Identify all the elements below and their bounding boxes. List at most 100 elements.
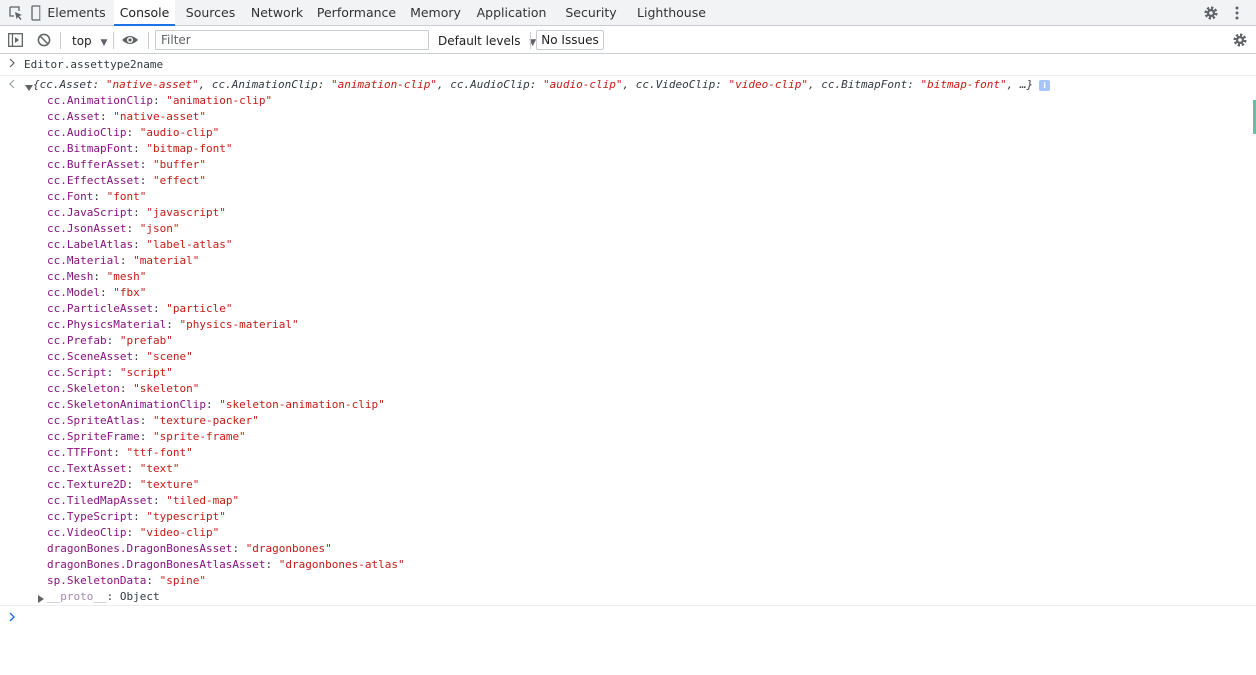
property-row[interactable]: cc.Material: "material" <box>47 253 199 269</box>
property-colon: : <box>133 350 147 363</box>
info-badge-icon[interactable]: i <box>1039 79 1051 91</box>
object-preview[interactable]: {cc.Asset: "native-asset", cc.AnimationC… <box>33 77 1051 93</box>
property-key: cc.TiledMapAsset <box>47 494 153 507</box>
property-row[interactable]: cc.BitmapFont: "bitmap-font" <box>47 141 232 157</box>
property-row[interactable]: cc.LabelAtlas: "label-atlas" <box>47 237 232 253</box>
property-row[interactable]: cc.SceneAsset: "scene" <box>47 349 193 365</box>
property-row[interactable]: cc.EffectAsset: "effect" <box>47 173 206 189</box>
preview-comma: , <box>1006 78 1020 91</box>
tab-memory[interactable]: Memory <box>404 0 467 26</box>
property-row[interactable]: cc.SkeletonAnimationClip: "skeleton-anim… <box>47 397 385 413</box>
gear-icon[interactable] <box>1203 5 1219 21</box>
issues-button[interactable]: No Issues <box>536 30 604 50</box>
input-prompt-icon <box>8 58 16 68</box>
property-key: cc.Prefab <box>47 334 107 347</box>
property-colon: : <box>113 446 127 459</box>
property-row[interactable]: cc.Asset: "native-asset" <box>47 109 206 125</box>
property-key: cc.BitmapFont <box>47 142 134 155</box>
preview-colon: : <box>317 78 332 91</box>
property-value: "animation-clip" <box>166 94 273 107</box>
property-row[interactable]: cc.TTFFont: "ttf-font" <box>47 445 193 461</box>
console-toolbar: top ▼ Default levels ▼ No Issues <box>0 27 1256 54</box>
property-value: "bitmap-font" <box>146 142 233 155</box>
property-value: "fbx" <box>113 286 147 299</box>
tab-performance[interactable]: Performance <box>314 0 399 26</box>
expand-triangle-icon[interactable] <box>25 82 33 91</box>
property-colon: : <box>126 462 140 475</box>
property-row[interactable]: cc.PhysicsMaterial: "physics-material" <box>47 317 299 333</box>
property-value: "native-asset" <box>113 110 206 123</box>
preview-key: cc.Asset <box>39 78 93 91</box>
log-levels-select[interactable]: Default levels ▼ <box>438 31 536 51</box>
property-value: "script" <box>119 366 173 379</box>
preview-ellipsis: … <box>1019 78 1027 91</box>
property-colon: : <box>139 414 153 427</box>
tab-security[interactable]: Security <box>556 0 626 26</box>
preview-value: "audio-clip" <box>543 78 623 91</box>
property-row[interactable]: dragonBones.DragonBonesAtlasAsset: "drag… <box>47 557 405 573</box>
tab-lighthouse[interactable]: Lighthouse <box>631 0 712 26</box>
property-value: "buffer" <box>152 158 206 171</box>
property-key: cc.BufferAsset <box>47 158 140 171</box>
console-output: Editor.assettype2name {cc.Asset: "native… <box>0 55 1256 675</box>
property-row[interactable]: cc.AnimationClip: "animation-clip" <box>47 93 272 109</box>
property-row[interactable]: cc.TextAsset: "text" <box>47 461 179 477</box>
filter-input[interactable] <box>155 30 429 50</box>
property-row[interactable]: dragonBones.DragonBonesAsset: "dragonbon… <box>47 541 332 557</box>
preview-value: "native-asset" <box>105 78 199 91</box>
property-row[interactable]: cc.Model: "fbx" <box>47 285 146 301</box>
clear-console-icon[interactable] <box>37 33 51 47</box>
property-row[interactable]: cc.SpriteFrame: "sprite-frame" <box>47 429 246 445</box>
property-row[interactable]: cc.AudioClip: "audio-clip" <box>47 125 219 141</box>
property-row[interactable]: cc.Script: "script" <box>47 365 173 381</box>
tab-console[interactable]: Console <box>114 0 175 26</box>
property-key: cc.PhysicsMaterial <box>47 318 167 331</box>
property-row[interactable]: cc.Mesh: "mesh" <box>47 269 146 285</box>
preview-key: cc.AnimationClip <box>211 78 318 91</box>
property-row[interactable]: cc.TypeScript: "typescript" <box>47 509 226 525</box>
property-colon: : <box>133 510 147 523</box>
inspect-element-icon[interactable] <box>8 5 24 21</box>
property-row[interactable]: cc.SpriteAtlas: "texture-packer" <box>47 413 259 429</box>
property-row[interactable]: cc.Skeleton: "skeleton" <box>47 381 199 397</box>
context-select[interactable]: top ▼ <box>66 31 107 51</box>
property-value: "material" <box>133 254 200 267</box>
preview-colon: : <box>529 78 543 91</box>
property-colon: : <box>106 334 120 347</box>
tab-sources[interactable]: Sources <box>180 0 241 26</box>
console-prompt-input[interactable] <box>24 609 1244 627</box>
property-key: cc.TypeScript <box>47 510 134 523</box>
property-key: cc.VideoClip <box>47 526 127 539</box>
property-value: "audio-clip" <box>139 126 220 139</box>
property-row[interactable]: cc.JsonAsset: "json" <box>47 221 179 237</box>
console-settings-gear-icon[interactable] <box>1232 32 1248 48</box>
property-value: "javascript" <box>146 206 226 219</box>
tab-application[interactable]: Application <box>472 0 551 26</box>
preview-comma: , <box>198 78 212 91</box>
property-row[interactable]: cc.Font: "font" <box>47 189 146 205</box>
tab-network[interactable]: Network <box>245 0 309 26</box>
property-value: "physics-material" <box>179 318 299 331</box>
property-row[interactable]: cc.TiledMapAsset: "tiled-map" <box>47 493 239 509</box>
property-value: "label-atlas" <box>146 238 233 251</box>
sidebar-toggle-icon[interactable] <box>8 33 23 47</box>
property-key: cc.Material <box>47 254 120 267</box>
property-row[interactable]: cc.JavaScript: "javascript" <box>47 205 226 221</box>
preview-colon: : <box>92 78 106 91</box>
property-row[interactable]: cc.ParticleAsset: "particle" <box>47 301 232 317</box>
preview-key: cc.AudioClip <box>450 78 530 91</box>
chevron-down-icon: ▼ <box>100 38 108 48</box>
property-row[interactable]: cc.Prefab: "prefab" <box>47 333 173 349</box>
eye-icon[interactable] <box>121 34 139 46</box>
proto-key: __proto__ <box>47 590 107 603</box>
property-row[interactable]: cc.Texture2D: "texture" <box>47 477 199 493</box>
property-row[interactable]: cc.BufferAsset: "buffer" <box>47 157 206 173</box>
prompt-chevron-icon <box>8 612 16 622</box>
property-row[interactable]: sp.SkeletonData: "spine" <box>47 573 206 589</box>
tab-elements[interactable]: Elements <box>44 0 109 26</box>
property-row[interactable]: cc.VideoClip: "video-clip" <box>47 525 219 541</box>
proto-row[interactable]: __proto__: Object <box>47 589 160 605</box>
property-colon: : <box>265 558 279 571</box>
more-options-icon[interactable] <box>1234 5 1240 21</box>
property-key: cc.SkeletonAnimationClip <box>47 398 206 411</box>
